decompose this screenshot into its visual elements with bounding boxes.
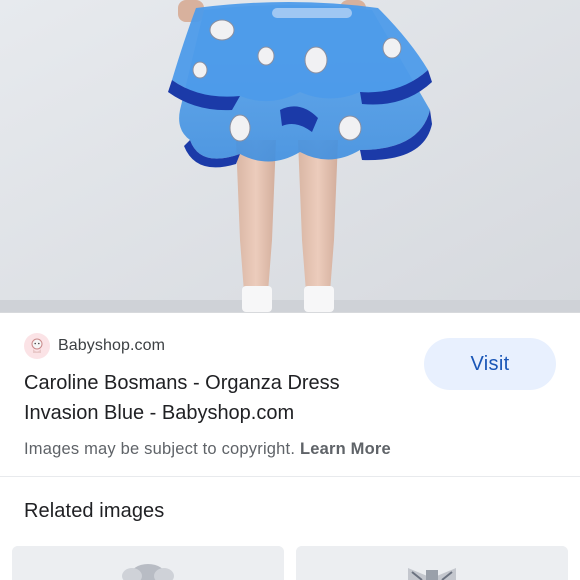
- copyright-text: Images may be subject to copyright.: [24, 440, 296, 458]
- learn-more-link[interactable]: Learn More: [300, 440, 391, 458]
- divider: [0, 476, 580, 477]
- source-name: Babyshop.com: [58, 337, 166, 354]
- copyright-notice: Images may be subject to copyright. Lear…: [24, 440, 391, 459]
- babyshop-logo-icon: [24, 333, 50, 359]
- related-images-heading: Related images: [24, 500, 165, 522]
- result-title-line: Caroline Bosmans - Organza Dress: [24, 372, 340, 394]
- visit-button[interactable]: Visit: [424, 338, 556, 390]
- divider: [0, 312, 580, 313]
- product-image[interactable]: [0, 0, 580, 312]
- skirt-illustration: [0, 0, 580, 312]
- result-title[interactable]: Caroline Bosmans - Organza Dress Invasio…: [24, 368, 404, 428]
- source-row[interactable]: Babyshop.com: [24, 332, 165, 360]
- related-image-thumbnail[interactable]: [296, 546, 568, 580]
- related-image-thumbnail[interactable]: [12, 546, 284, 580]
- result-title-line: Invasion Blue - Babyshop.com: [24, 402, 295, 424]
